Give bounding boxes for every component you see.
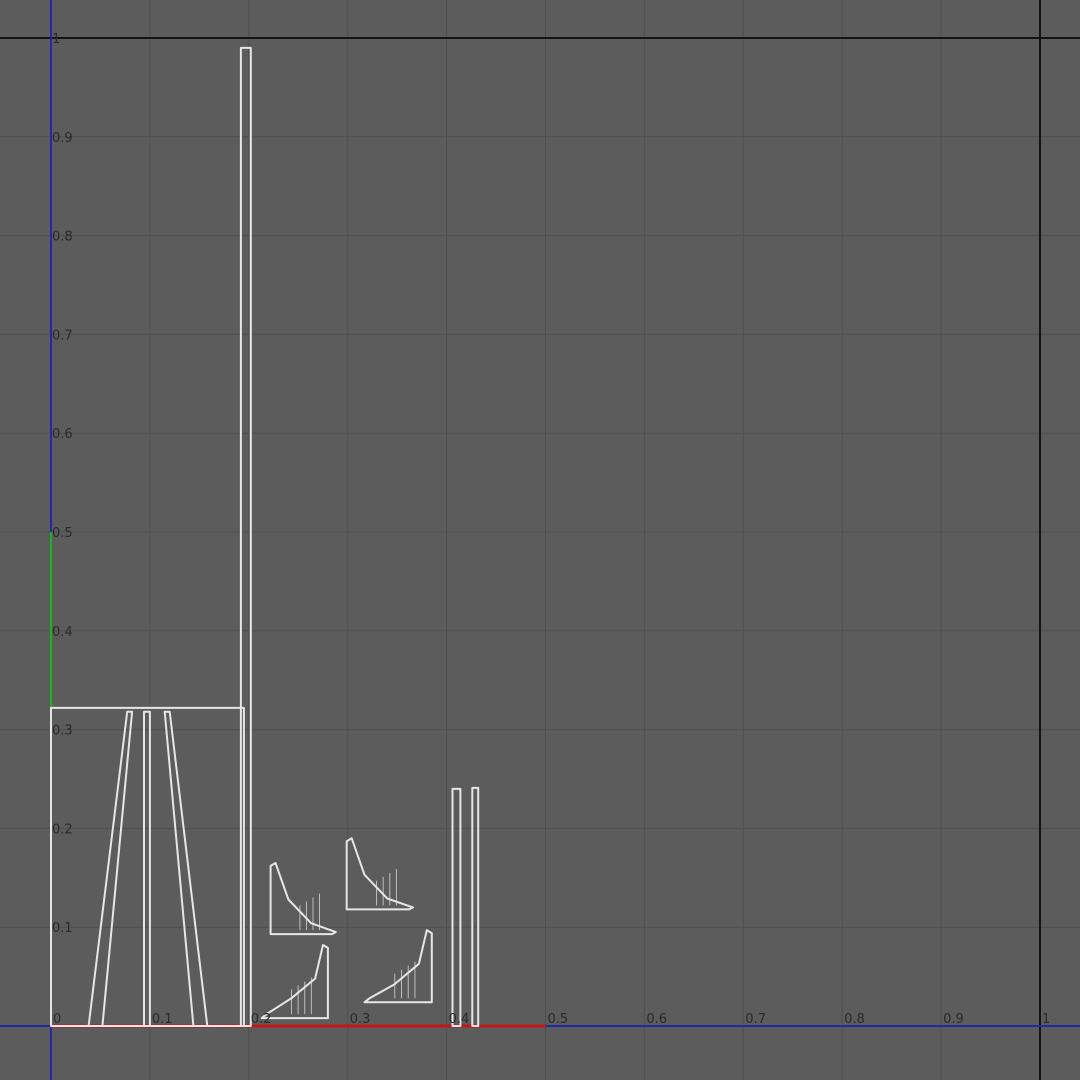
uv-shell-fin-lower-right[interactable] (363, 929, 433, 1004)
v-tick-label: 0.5 (52, 526, 73, 541)
uv-shell-fin-upper-right[interactable] (345, 837, 414, 911)
u-tick-label: 0.2 (251, 1012, 272, 1027)
uv-shell-thin-strip-a[interactable] (451, 787, 462, 1027)
u-tick-label: 0.4 (449, 1012, 470, 1027)
uv-shells[interactable] (50, 46, 480, 1027)
v-tick-label: 0.8 (52, 230, 73, 245)
u-tick-label: 1 (1042, 1012, 1050, 1027)
grid-lines (0, 0, 1080, 1080)
u-tick-label: 0.5 (548, 1012, 569, 1027)
v-tick-label: 0.1 (52, 921, 73, 936)
uv-canvas[interactable]: 0 0.1 0.2 0.3 0.4 0.5 0.6 0.7 0.8 0.9 1 0.1 0.2 0.3 0.… (0, 0, 1080, 1080)
u-tick-label: 0.7 (745, 1012, 766, 1027)
u-tick-label: 0.6 (646, 1012, 667, 1027)
u-tick-label: 0.9 (943, 1012, 964, 1027)
v-tick-label: 0.4 (52, 625, 73, 640)
uv-shell-left-leg[interactable] (87, 710, 134, 1027)
v-tick-label: 0.3 (52, 724, 73, 739)
u-tick-label: 0.3 (350, 1012, 371, 1027)
u-tick-label: 0.1 (152, 1012, 173, 1027)
uv-shell-fin-lower-left[interactable] (260, 944, 329, 1020)
u-tick-label: 0.8 (844, 1012, 865, 1027)
v-tick-label: 0.7 (52, 328, 73, 343)
v-tick-label: 0.2 (52, 822, 73, 837)
uv-shell-right-leg[interactable] (163, 710, 209, 1027)
uv-shell-base-rectangle[interactable] (50, 706, 245, 1027)
uv-shell-center-divider[interactable] (143, 710, 151, 1027)
uv-shell-tall-strip[interactable] (239, 46, 252, 1027)
axis-tick-labels: 0 0.1 0.2 0.3 0.4 0.5 0.6 0.7 0.8 0.9 1 0.1 0.2 0.3 0.… (52, 32, 1050, 1027)
v-tick-label: 0.9 (52, 131, 73, 146)
v-tick-label: 0.6 (52, 427, 73, 442)
axes (0, 0, 1080, 1080)
u-tick-label: 0 (53, 1012, 61, 1027)
uv-shell-fin-upper-left[interactable] (269, 862, 337, 936)
v-tick-label: 1 (52, 32, 60, 47)
uv-shell-thin-strip-b[interactable] (471, 786, 480, 1027)
uv-editor-viewport[interactable]: 0 0.1 0.2 0.3 0.4 0.5 0.6 0.7 0.8 0.9 1 0.1 0.2 0.3 0.… (0, 0, 1080, 1080)
